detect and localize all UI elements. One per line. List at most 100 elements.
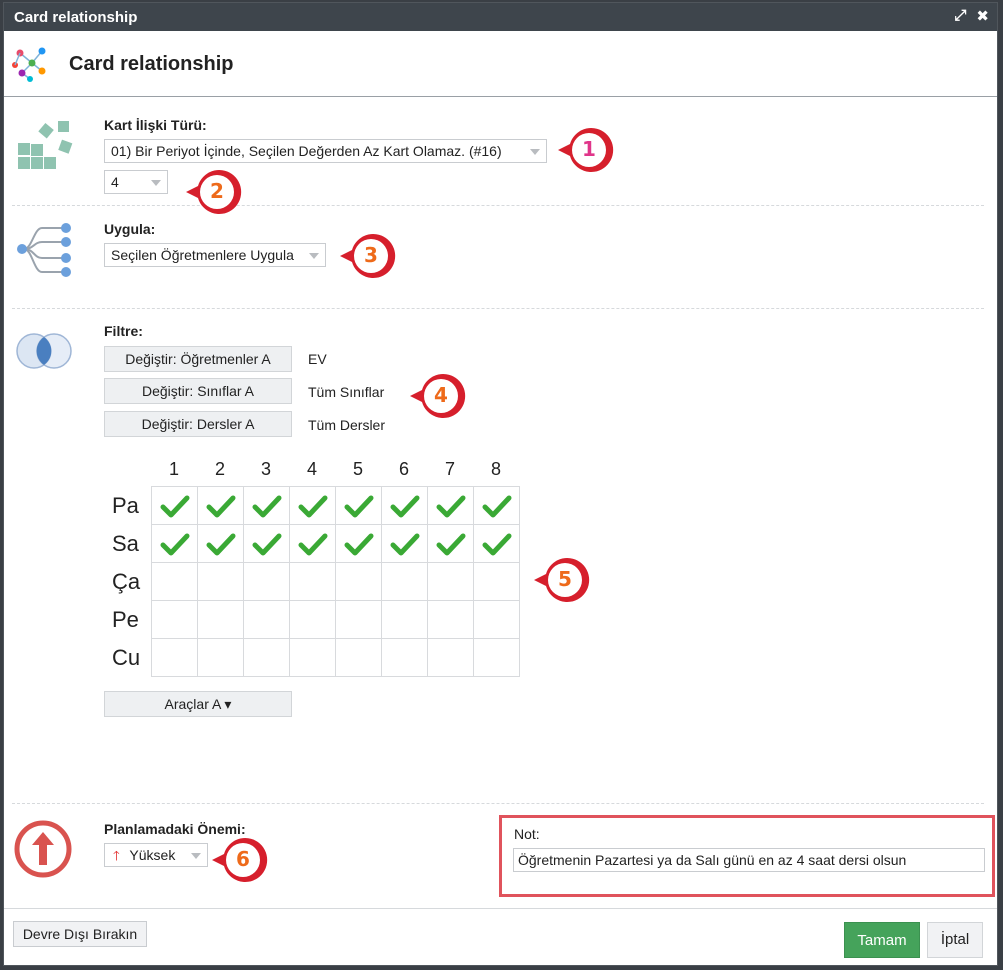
maximize-icon[interactable]: ⤢ [954, 7, 966, 25]
dialog-header: Card relationship [4, 31, 997, 97]
grid-cell[interactable] [427, 524, 474, 563]
grid-cell[interactable] [243, 562, 290, 601]
blocks-icon [18, 121, 73, 169]
grid-cell[interactable] [243, 638, 290, 677]
relation-type-value: 01) Bir Periyot İçinde, Seçilen Değerden… [111, 143, 502, 159]
grid-column-header[interactable]: 1 [151, 459, 197, 480]
grid-column-header[interactable]: 5 [335, 459, 381, 480]
tools-button[interactable]: Araçlar A ▾ [104, 691, 292, 717]
grid-cell[interactable] [335, 524, 382, 563]
note-input[interactable]: Öğretmenin Pazartesi ya da Salı günü en … [513, 848, 985, 872]
callout-badge: 3 [338, 231, 396, 281]
change-subjects-button[interactable]: Değiştir: Dersler A [104, 411, 292, 437]
classes-filter-value: Tüm Sınıflar [308, 384, 385, 400]
disable-button[interactable]: Devre Dışı Bırakın [13, 921, 147, 947]
grid-cell[interactable] [151, 638, 198, 677]
grid-cell[interactable] [289, 486, 336, 525]
grid-row-header[interactable]: Sa [112, 531, 139, 557]
grid-cell[interactable] [473, 562, 520, 601]
cancel-button[interactable]: İptal [927, 922, 983, 958]
grid-cell[interactable] [151, 524, 198, 563]
grid-cell[interactable] [381, 638, 428, 677]
grid-cell[interactable] [197, 524, 244, 563]
grid-row [151, 600, 520, 639]
grid-column-header[interactable]: 8 [473, 459, 519, 480]
venn-icon [16, 333, 72, 369]
apply-label: Uygula: [104, 221, 156, 237]
grid-cell[interactable] [381, 486, 428, 525]
title-bar[interactable]: Card relationship ⤢ ✖ [4, 3, 997, 31]
grid-cell[interactable] [335, 638, 382, 677]
grid-cell[interactable] [243, 600, 290, 639]
grid-cell[interactable] [427, 600, 474, 639]
checkmark-icon [344, 495, 373, 517]
checkmark-icon [160, 495, 189, 517]
grid-cell[interactable] [427, 638, 474, 677]
grid-cell[interactable] [473, 486, 520, 525]
grid-column-header[interactable]: 6 [381, 459, 427, 480]
grid-row-header[interactable]: Pe [112, 607, 139, 633]
grid-cell[interactable] [335, 562, 382, 601]
relation-type-select[interactable]: 01) Bir Periyot İçinde, Seçilen Değerden… [104, 139, 547, 163]
section-divider [12, 803, 984, 804]
chevron-down-icon [191, 853, 201, 859]
checkmark-icon [436, 495, 465, 517]
grid-row-header[interactable]: Cu [112, 645, 140, 671]
grid-cell[interactable] [473, 600, 520, 639]
grid-column-header[interactable]: 7 [427, 459, 473, 480]
callout-badge-number: 1 [582, 137, 596, 161]
grid-cell[interactable] [289, 600, 336, 639]
dialog-window: Card relationship ⤢ ✖ Card relationship [3, 2, 998, 966]
grid-cell[interactable] [197, 600, 244, 639]
grid-column-header[interactable]: 4 [289, 459, 335, 480]
grid-cell[interactable] [289, 524, 336, 563]
grid-cell[interactable] [243, 486, 290, 525]
grid-column-header[interactable]: 3 [243, 459, 289, 480]
grid-row-header[interactable]: Ça [112, 569, 140, 595]
grid-cell[interactable] [381, 562, 428, 601]
chevron-down-icon [530, 149, 540, 155]
checkmark-icon [160, 533, 189, 555]
change-teachers-button[interactable]: Değiştir: Öğretmenler A [104, 346, 292, 372]
grid-row [151, 486, 520, 525]
section-divider [12, 205, 984, 206]
grid-cell[interactable] [473, 638, 520, 677]
close-icon[interactable]: ✖ [976, 7, 989, 25]
grid-cell[interactable] [151, 486, 198, 525]
grid-cell[interactable] [335, 600, 382, 639]
grid-column-header[interactable]: 2 [197, 459, 243, 480]
callout-badge: 2 [184, 167, 242, 217]
count-select[interactable]: 4 [104, 170, 168, 194]
grid-cell[interactable] [381, 524, 428, 563]
checkmark-icon [436, 533, 465, 555]
grid-cell[interactable] [197, 562, 244, 601]
ok-button[interactable]: Tamam [844, 922, 920, 958]
grid-cell[interactable] [151, 562, 198, 601]
grid-cell[interactable] [427, 486, 474, 525]
apply-select[interactable]: Seçilen Öğretmenlere Uygula [104, 243, 326, 267]
checkmark-icon [390, 533, 419, 555]
footer-divider [4, 908, 997, 909]
window-title: Card relationship [14, 8, 138, 26]
checkmark-icon [482, 533, 511, 555]
grid-row-header[interactable]: Pa [112, 493, 139, 519]
checkmark-icon [252, 533, 281, 555]
grid-cell[interactable] [427, 562, 474, 601]
grid-cell[interactable] [243, 524, 290, 563]
importance-select[interactable]: 🡑 Yüksek [104, 843, 208, 867]
grid-cell[interactable] [151, 600, 198, 639]
grid-cell[interactable] [381, 600, 428, 639]
count-value: 4 [111, 174, 119, 190]
grid-cell[interactable] [335, 486, 382, 525]
network-icon [12, 47, 46, 82]
chevron-down-icon [309, 253, 319, 259]
grid-cell[interactable] [289, 638, 336, 677]
grid-cell[interactable] [197, 486, 244, 525]
checkmark-icon [482, 495, 511, 517]
callout-badge: 1 [556, 125, 614, 175]
note-label: Not: [514, 826, 540, 842]
grid-cell[interactable] [473, 524, 520, 563]
grid-cell[interactable] [197, 638, 244, 677]
change-classes-button[interactable]: Değiştir: Sınıflar A [104, 378, 292, 404]
grid-cell[interactable] [289, 562, 336, 601]
